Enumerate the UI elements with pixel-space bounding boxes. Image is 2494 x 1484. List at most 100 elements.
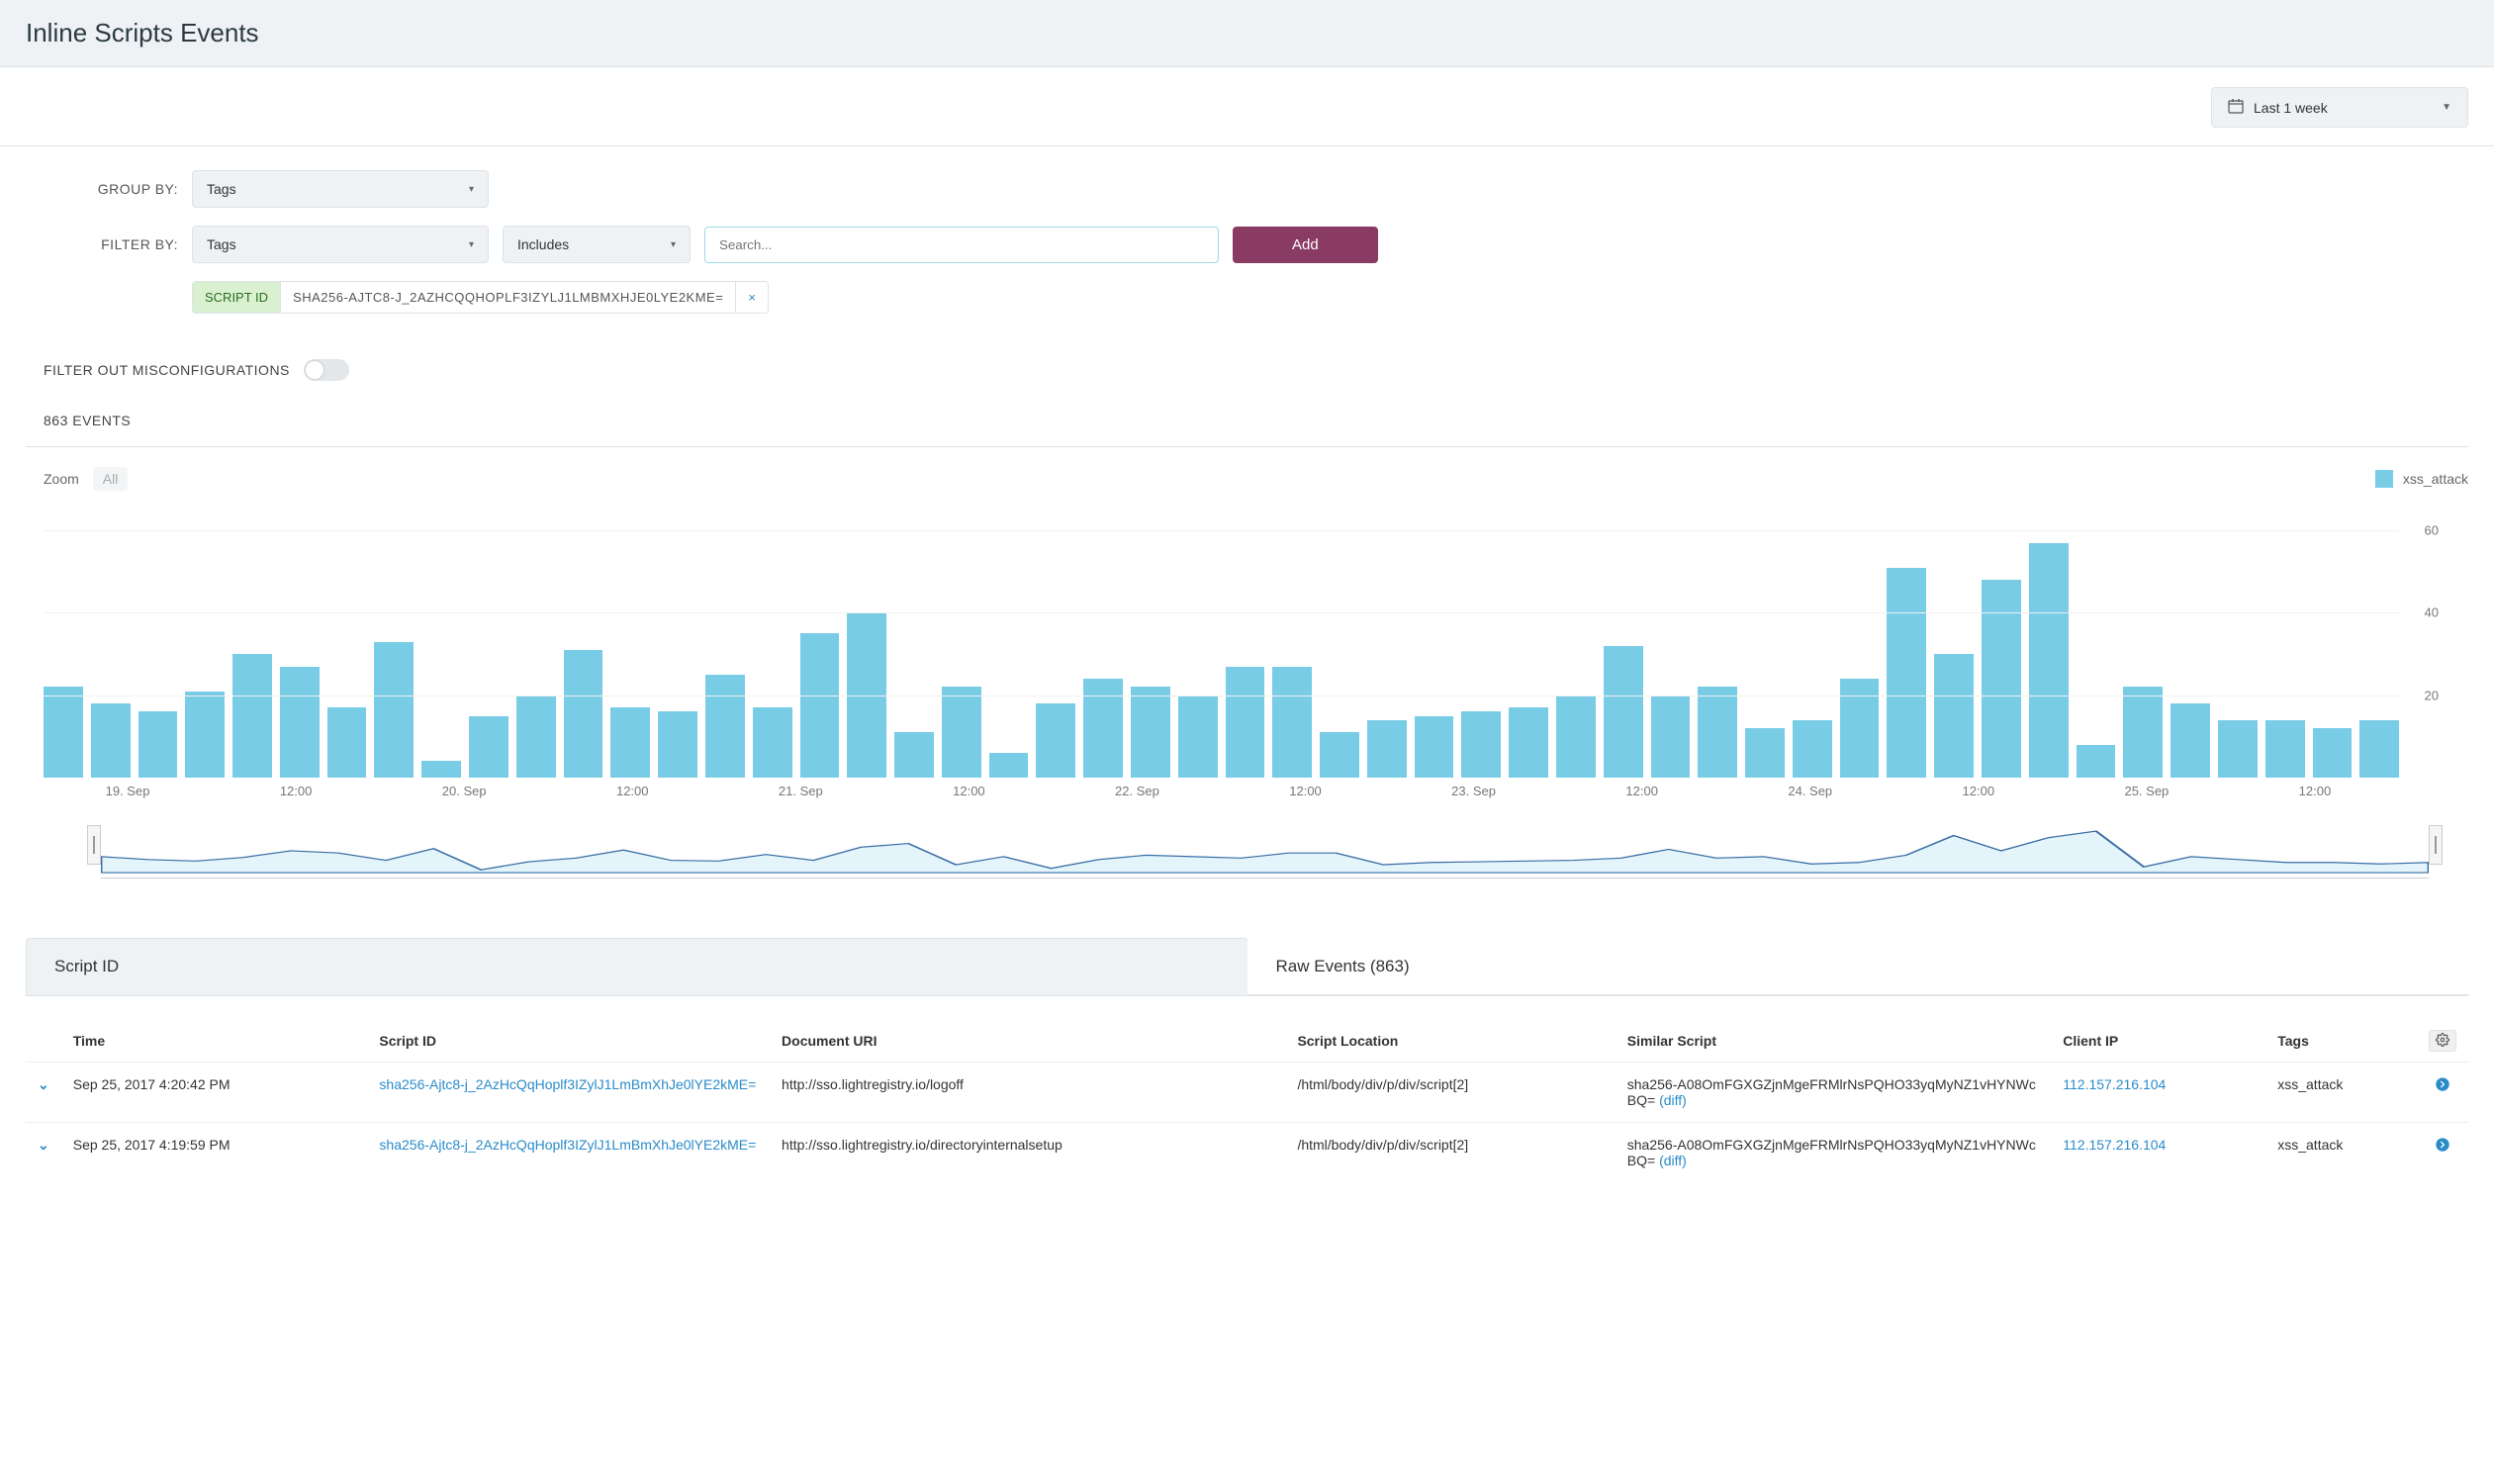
chart-bar[interactable] (44, 687, 83, 778)
chart-bar[interactable] (1226, 667, 1265, 779)
chart-bar[interactable] (1840, 679, 1880, 778)
events-chart[interactable]: 204060 (44, 530, 2468, 778)
chart-bar[interactable] (753, 707, 792, 778)
x-axis-tick: 12:00 (280, 784, 313, 798)
col-similar-script: Similar Script (1616, 1016, 2051, 1063)
chart-bar[interactable] (705, 675, 745, 778)
filter-search-input[interactable] (704, 227, 1219, 263)
x-axis-tick: 12:00 (2299, 784, 2332, 798)
range-handle-right[interactable] (2429, 825, 2443, 865)
chart-bar[interactable] (2171, 703, 2210, 778)
chart-bar[interactable] (1415, 716, 1454, 779)
filter-operator-value: Includes (517, 236, 569, 252)
chart-bar[interactable] (139, 711, 178, 778)
chart-bar[interactable] (894, 732, 934, 778)
x-axis-tick: 12:00 (1625, 784, 1658, 798)
zoom-label: Zoom (44, 471, 79, 487)
row-details-button[interactable] (2417, 1123, 2468, 1183)
x-axis-tick: 12:00 (1289, 784, 1322, 798)
x-axis-tick: 12:00 (953, 784, 985, 798)
filter-operator-select[interactable]: Includes ▾ (503, 226, 691, 263)
date-range-selector[interactable]: Last 1 week ▼ (2211, 87, 2468, 128)
events-count: 863 EVENTS (0, 389, 2494, 438)
x-axis-tick: 20. Sep (442, 784, 487, 798)
chart-bar[interactable] (942, 687, 981, 778)
cell-similar-script: sha256-A08OmFGXGZjnMgeFRMlrNsPQHO33yqMyN… (1616, 1063, 2051, 1123)
chart-bar[interactable] (516, 696, 556, 778)
chart-bar[interactable] (610, 707, 650, 778)
chart-bar[interactable] (1745, 728, 1785, 778)
chart-bar[interactable] (1461, 711, 1501, 778)
chart-bar[interactable] (1272, 667, 1312, 779)
expand-row-button[interactable]: ⌄ (26, 1063, 61, 1123)
chart-bar[interactable] (1604, 646, 1643, 778)
chart-bar[interactable] (1887, 568, 1926, 779)
chart-bar[interactable] (564, 650, 603, 778)
table-row: ⌄Sep 25, 2017 4:19:59 PMsha256-Ajtc8-j_2… (26, 1123, 2468, 1183)
group-by-select[interactable]: Tags ▾ (192, 170, 489, 208)
chart-bar[interactable] (1367, 720, 1407, 778)
chart-bar[interactable] (1509, 707, 1548, 778)
row-details-button[interactable] (2417, 1063, 2468, 1123)
filter-field-select[interactable]: Tags ▾ (192, 226, 489, 263)
chart-bar[interactable] (2218, 720, 2258, 778)
chart-bar[interactable] (1556, 696, 1596, 778)
table-row: ⌄Sep 25, 2017 4:20:42 PMsha256-Ajtc8-j_2… (26, 1063, 2468, 1123)
chart-bar[interactable] (2029, 543, 2069, 779)
chart-bar[interactable] (800, 633, 840, 778)
filter-chip-remove-icon[interactable]: × (735, 282, 768, 313)
chart-navigator[interactable]: 19. Sep20. Sep21. Sep22. Sep23. Sep24. S… (101, 819, 2429, 879)
chart-bar[interactable] (1934, 654, 1974, 778)
chart-bar[interactable] (232, 654, 272, 778)
client-ip-link[interactable]: 112.157.216.104 (2063, 1076, 2166, 1092)
add-filter-button[interactable]: Add (1233, 227, 1378, 263)
chart-bar[interactable] (1320, 732, 1359, 778)
chart-bar[interactable] (1982, 580, 2021, 778)
misconfig-label: FILTER OUT MISCONFIGURATIONS (44, 362, 290, 378)
chart-bar[interactable] (1131, 687, 1170, 778)
chart-bar[interactable] (2077, 745, 2116, 778)
chevron-down-icon: ⌄ (38, 1137, 49, 1153)
chart-bar[interactable] (1178, 696, 1218, 778)
chart-bar[interactable] (469, 716, 508, 779)
misconfig-toggle[interactable] (304, 359, 349, 381)
chart-bar[interactable] (1083, 679, 1123, 778)
chart-bar[interactable] (2123, 687, 2163, 778)
chart-bar[interactable] (2313, 728, 2353, 778)
chart-bar[interactable] (91, 703, 131, 778)
tab-raw-events[interactable]: Raw Events (863) (1247, 938, 2470, 995)
cell-document-uri: http://sso.lightregistry.io/directoryint… (770, 1123, 1285, 1183)
expand-row-button[interactable]: ⌄ (26, 1123, 61, 1183)
chart-bar[interactable] (1793, 720, 1832, 778)
caret-down-icon: ▾ (469, 239, 474, 250)
client-ip-link[interactable]: 112.157.216.104 (2063, 1137, 2166, 1153)
filter-chip-value: SHA256-AJTC8-J_2AZHCQQHOPLF3IZYLJ1LMBMXH… (281, 282, 735, 313)
x-axis-tick: 23. Sep (1451, 784, 1496, 798)
chart-bar[interactable] (1036, 703, 1075, 778)
chart-bar[interactable] (989, 753, 1029, 778)
range-handle-left[interactable] (87, 825, 101, 865)
filter-by-label: FILTER BY: (59, 236, 178, 252)
chart-bar[interactable] (374, 642, 414, 779)
diff-link[interactable]: (diff) (1659, 1153, 1687, 1168)
legend-name: xss_attack (2403, 471, 2468, 487)
chart-bar[interactable] (1651, 696, 1691, 778)
diff-link[interactable]: (diff) (1659, 1092, 1687, 1108)
script-id-link[interactable]: sha256-Ajtc8-j_2AzHcQqHoplf3IZylJ1LmBmXh… (379, 1076, 756, 1092)
col-time: Time (61, 1016, 368, 1063)
chart-bar[interactable] (327, 707, 367, 778)
chart-bar[interactable] (2359, 720, 2399, 778)
chart-bar[interactable] (1698, 687, 1737, 778)
chart-bar[interactable] (2265, 720, 2305, 778)
script-id-link[interactable]: sha256-Ajtc8-j_2AzHcQqHoplf3IZylJ1LmBmXh… (379, 1137, 756, 1153)
x-axis-tick: 24. Sep (1788, 784, 1832, 798)
chart-bar[interactable] (658, 711, 697, 778)
chart-bar[interactable] (185, 692, 225, 779)
chart-bar[interactable] (280, 667, 320, 779)
chart-bar[interactable] (421, 761, 461, 778)
zoom-all-button[interactable]: All (93, 467, 129, 491)
cell-similar-script: sha256-A08OmFGXGZjnMgeFRMlrNsPQHO33yqMyN… (1616, 1123, 2051, 1183)
tab-script-id[interactable]: Script ID (26, 938, 1248, 995)
table-settings-button[interactable] (2429, 1030, 2456, 1052)
nav-axis-tick: 22. Sep (1245, 876, 1285, 879)
